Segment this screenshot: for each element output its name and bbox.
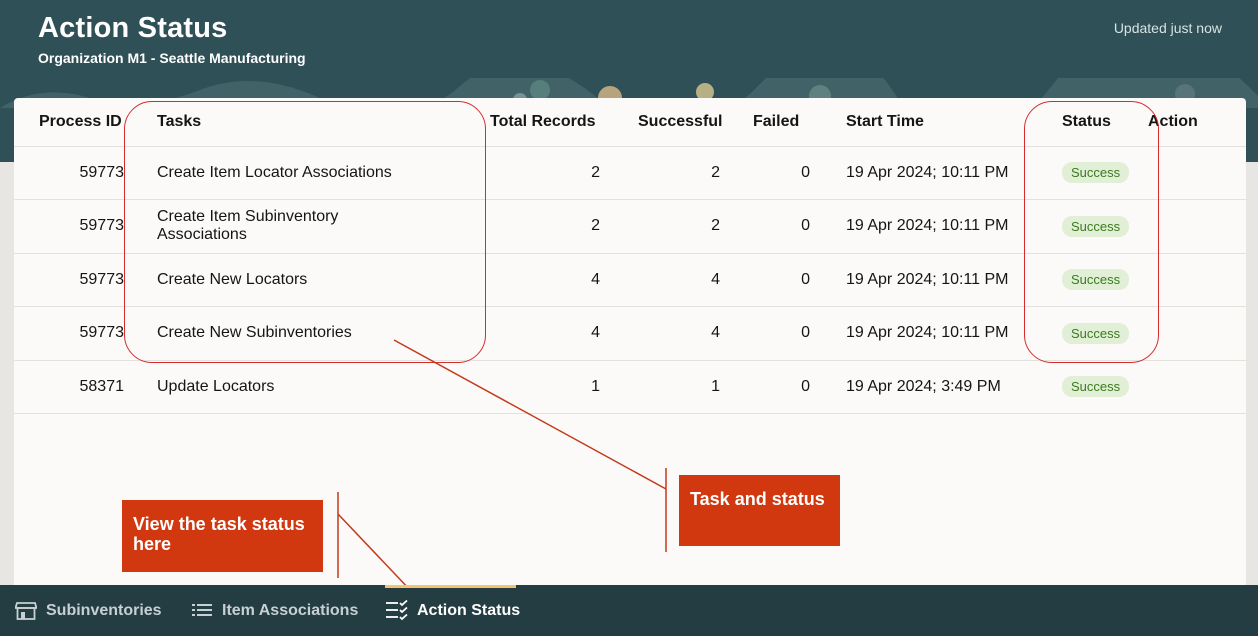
failed-cell: 0 [728,306,818,361]
column-header-action: Action [1148,98,1246,147]
view-status-callout: View the task status here [122,500,323,572]
task-cell: Update Locators [130,360,408,414]
action-cell [1148,253,1246,307]
list-icon [190,600,214,622]
status-badge: Success [1062,376,1130,398]
store-icon [14,600,38,622]
nav-item-label: Action Status [417,601,521,619]
successful-cell: 4 [608,306,728,361]
task-status-callout: Task and status [679,475,840,546]
start-time-cell: 19 Apr 2024; 10:11 PM [818,306,1034,361]
failed-cell: 0 [728,360,818,414]
nav-item-action-status[interactable]: Action Status [385,585,520,636]
start-time-cell: 19 Apr 2024; 10:11 PM [818,199,1034,254]
action-cell [1148,306,1246,361]
action-cell [1148,360,1246,414]
successful-cell: 1 [608,360,728,414]
start-time-cell: 19 Apr 2024; 10:11 PM [818,253,1034,307]
nav-item-label: Subinventories [46,601,162,619]
column-header-failed[interactable]: Failed [728,98,818,147]
process-id-cell: 59773 [14,146,130,200]
status-highlight-box [1024,101,1159,363]
start-time-cell: 19 Apr 2024; 10:11 PM [818,146,1034,200]
failed-cell: 0 [728,253,818,307]
start-time-cell: 19 Apr 2024; 3:49 PM [818,360,1034,414]
status-cell: Success [1034,360,1148,414]
nav-item-subinventories[interactable]: Subinventories [14,585,162,636]
action-cell [1148,146,1246,200]
successful-cell: 2 [608,146,728,200]
failed-cell: 0 [728,146,818,200]
process-id-cell: 59773 [14,199,130,254]
nav-item-label: Item Associations [222,601,359,619]
process-id-cell: 58371 [14,360,130,414]
action-cell [1148,199,1246,254]
page-title: Action Status [38,12,228,44]
table-row[interactable]: 58371 Update Locators 1 1 0 19 Apr 2024;… [14,360,1246,414]
tasks-highlight-box [124,101,486,363]
checklist-icon [385,599,409,622]
page-subtitle: Organization M1 - Seattle Manufacturing [38,50,306,66]
failed-cell: 0 [728,199,818,254]
process-id-cell: 59773 [14,253,130,307]
nav-item-item-associations[interactable]: Item Associations [190,585,358,636]
successful-cell: 4 [608,253,728,307]
active-tab-indicator [385,585,516,588]
successful-cell: 2 [608,199,728,254]
bottom-navigation: Subinventories Item Associations Action … [0,585,1258,636]
updated-status: Updated just now [1113,20,1222,36]
total-records-cell: 1 [408,360,608,414]
column-header-start-time[interactable]: Start Time [818,98,1034,147]
column-header-successful[interactable]: Successful [608,98,728,147]
column-header-process-id[interactable]: Process ID [14,98,130,147]
process-id-cell: 59773 [14,306,130,361]
